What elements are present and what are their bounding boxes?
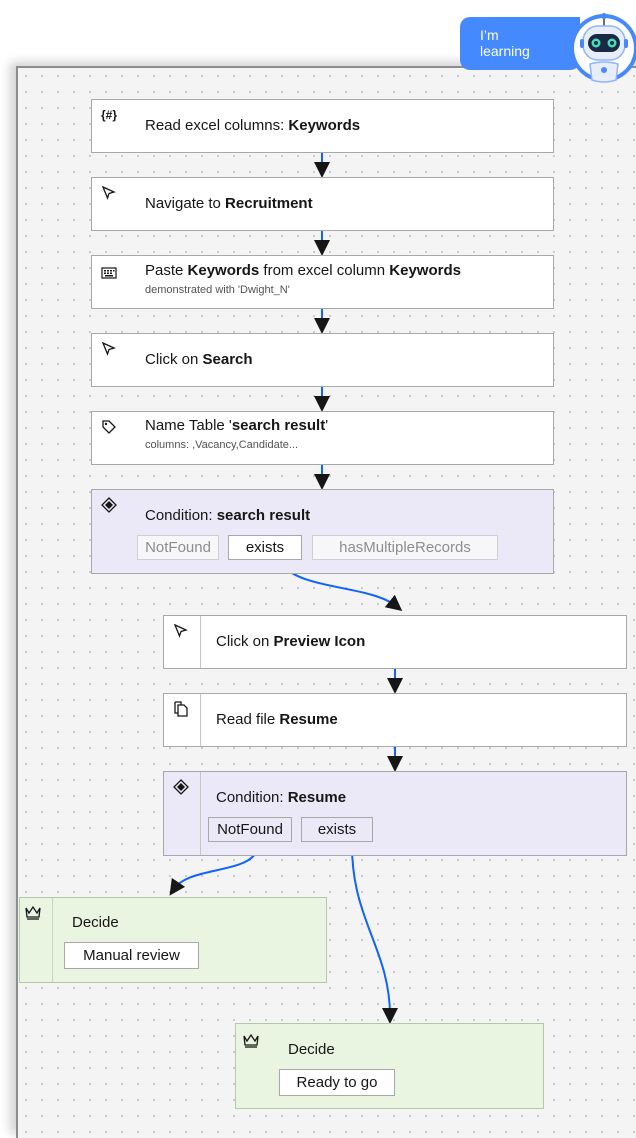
decide-title: Decide [72,914,119,931]
diamond-icon [172,778,190,796]
node-divider [200,772,201,855]
condition-title: Condition: search result [145,507,311,524]
step-navigate[interactable]: Navigate to Recruitment [91,177,554,231]
badge-line-2: learning [480,43,530,59]
option-notfound[interactable]: NotFound [208,817,292,842]
step-read-excel-columns[interactable]: {#} Read excel columns: Keywords [91,99,554,153]
step-click-preview-icon[interactable]: Click on Preview Icon [163,615,627,669]
option-exists[interactable]: exists [301,817,373,842]
cursor-icon [100,340,118,358]
step-title: Name Table 'search result' [145,417,329,434]
tag-icon [100,418,118,436]
document-icon [172,700,190,718]
option-notfound[interactable]: NotFound [137,535,219,560]
step-name-table[interactable]: Name Table 'search result' columns: ,Vac… [91,411,554,465]
decision-value[interactable]: Ready to go [279,1069,395,1096]
decide-ready-to-go[interactable]: Decide Ready to go [235,1023,544,1109]
badge-line-1: I’m [480,27,499,43]
step-read-file-resume[interactable]: Read file Resume [163,693,627,747]
option-hasmultiplerecords[interactable]: hasMultipleRecords [312,535,498,560]
learning-badge[interactable]: I’m learning [460,17,580,70]
node-divider [52,898,53,982]
step-title: Paste Keywords from excel column Keyword… [145,262,461,279]
condition-resume[interactable]: Condition: Resume NotFound exists [163,771,627,856]
step-subtitle: demonstrated with 'Dwight_N' [145,284,290,296]
step-paste-keywords[interactable]: Paste Keywords from excel column Keyword… [91,255,554,309]
option-exists[interactable]: exists [228,535,302,560]
node-divider [200,616,201,668]
cursor-icon [100,184,118,202]
step-title: Navigate to Recruitment [145,195,313,212]
condition-search-result[interactable]: Condition: search result NotFound exists… [91,489,554,574]
decide-manual-review[interactable]: Decide Manual review [19,897,327,983]
step-title: Read file Resume [216,711,338,728]
node-divider [200,694,201,746]
step-subtitle: columns: ,Vacancy,Candidate... [145,439,299,451]
cursor-icon [172,622,190,640]
keyboard-icon [100,264,118,282]
step-title: Click on Search [145,351,253,368]
step-click-search[interactable]: Click on Search [91,333,554,387]
step-title: Click on Preview Icon [216,633,366,650]
decision-value[interactable]: Manual review [64,942,199,969]
robot-mascot-icon [570,13,636,83]
decide-title: Decide [288,1041,335,1058]
variable-icon: {#} [100,108,117,122]
decision-icon [24,904,42,922]
diamond-icon [100,496,118,514]
decision-icon [242,1032,260,1050]
condition-title: Condition: Resume [216,789,347,806]
step-title: Read excel columns: Keywords [145,117,361,134]
